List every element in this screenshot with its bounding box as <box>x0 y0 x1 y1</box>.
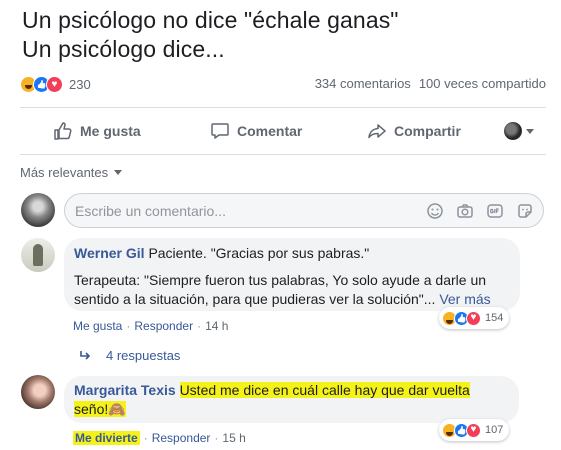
commenter-avatar[interactable] <box>21 375 55 409</box>
see-more-link[interactable]: Ver más <box>439 291 490 307</box>
post-stats: 230 334 comentarios 100 veces compartido <box>20 76 546 96</box>
shares-count-link[interactable]: 100 veces compartido <box>419 76 546 91</box>
comment-reaction-link[interactable]: Me divierte <box>73 431 140 445</box>
reaction-count[interactable]: 230 <box>69 77 91 92</box>
divider <box>20 154 546 155</box>
gif-icon[interactable] <box>485 201 505 221</box>
thumbs-up-icon <box>54 122 72 140</box>
post-text-line-1: Un psicólogo no dice "échale ganas" <box>22 7 399 33</box>
love-icon <box>466 310 481 326</box>
like-button[interactable]: Me gusta <box>53 114 141 148</box>
sticker-icon[interactable] <box>515 201 535 221</box>
comments-count-link[interactable]: 334 comentarios <box>315 76 411 91</box>
comment-text: Usted me dice en cuál calle hay que dar … <box>179 382 470 398</box>
chevron-down-icon <box>114 170 123 175</box>
comment-author[interactable]: Werner Gil <box>74 245 145 261</box>
reply-arrow-icon <box>80 350 91 360</box>
share-arrow-icon <box>368 124 386 139</box>
replies-count: 4 respuestas <box>106 348 181 363</box>
comment-text: Paciente. "Gracias por sus pabras." <box>148 245 370 261</box>
comment-button[interactable]: Comentar <box>210 114 302 148</box>
divider <box>20 107 546 108</box>
post-text-line-2: Un psicólogo dice... <box>22 36 225 62</box>
comment-like-link[interactable]: Me gusta <box>73 319 122 333</box>
reactions-summary[interactable]: 230 <box>20 76 91 93</box>
chevron-down-icon <box>526 128 534 134</box>
view-replies-link[interactable]: 4 respuestas <box>78 348 180 363</box>
comment-icon <box>211 123 229 139</box>
comment-reply-link[interactable]: Responder <box>152 431 211 445</box>
current-user-avatar[interactable] <box>21 193 55 227</box>
comment-text: Terapeuta: "Siempre fueron tus palabras,… <box>74 272 487 307</box>
see-no-evil-monkey-icon: 🙈 <box>108 401 126 417</box>
love-icon <box>46 76 63 93</box>
separator-dot: · <box>143 431 148 445</box>
comment-sort-dropdown[interactable]: Más relevantes <box>20 165 123 180</box>
comment-reaction-count: 154 <box>485 312 504 324</box>
love-icon <box>466 422 481 438</box>
comment-reactions-badge[interactable]: 107 <box>439 419 510 441</box>
emoji-icon[interactable] <box>425 201 445 221</box>
comment-sort-label: Más relevantes <box>20 165 109 180</box>
comment-text: seño! <box>74 401 109 417</box>
separator-dot: · <box>214 431 219 445</box>
comment-timestamp[interactable]: 15 h <box>222 431 245 445</box>
comment-author[interactable]: Margarita Texis <box>74 382 176 398</box>
comment-bubble: Margarita Texis Usted me dice en cuál ca… <box>64 376 519 423</box>
separator-dot: · <box>197 319 202 333</box>
comment-actions: Me divierte · Responder · 15 h <box>73 431 246 445</box>
like-button-label: Me gusta <box>80 123 141 139</box>
separator-dot: · <box>126 319 131 333</box>
comment-bubble: Werner Gil Paciente. "Gracias por sus pa… <box>64 238 520 311</box>
comment-input[interactable] <box>75 201 405 221</box>
comment-timestamp[interactable]: 14 h <box>205 319 228 333</box>
comment-button-label: Comentar <box>237 123 303 139</box>
comment-reaction-count: 107 <box>485 424 504 436</box>
share-button-label: Compartir <box>394 123 461 139</box>
camera-icon[interactable] <box>455 201 475 221</box>
commenter-avatar[interactable] <box>21 238 55 272</box>
comment-reactions-badge[interactable]: 154 <box>439 307 510 329</box>
post-text: Un psicólogo no dice "échale ganas" Un p… <box>22 6 399 64</box>
comment-composer[interactable] <box>64 193 544 228</box>
post-as-selector[interactable] <box>504 122 534 140</box>
share-button[interactable]: Compartir <box>367 114 461 148</box>
avatar <box>504 122 522 140</box>
action-bar: Me gusta Comentar Compartir <box>20 114 546 148</box>
comment-reply-link[interactable]: Responder <box>134 319 193 333</box>
comment-actions: Me gusta · Responder · 14 h <box>73 319 228 333</box>
